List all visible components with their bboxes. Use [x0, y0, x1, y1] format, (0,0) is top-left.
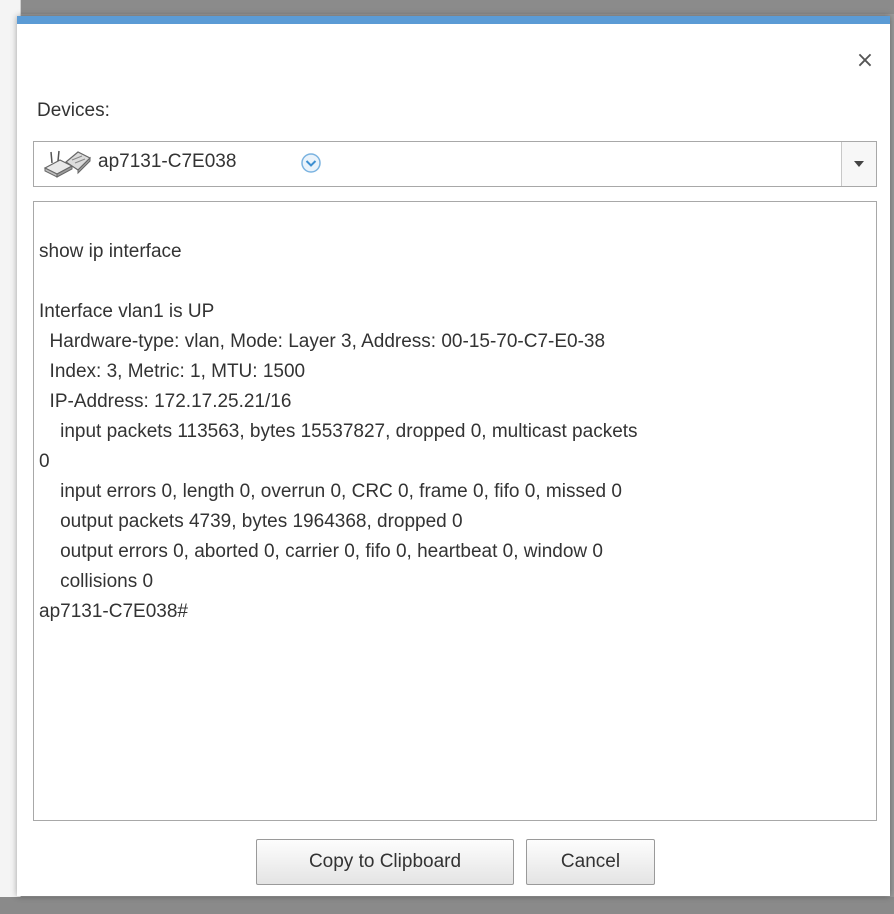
- copy-to-clipboard-button[interactable]: Copy to Clipboard: [256, 839, 514, 885]
- device-command-dialog: × Devices: ap7131-C7E038 show ip interfa…: [17, 16, 890, 896]
- background-overlay-bottom: [0, 897, 894, 914]
- command-output-text: show ip interface Interface vlan1 is UP …: [39, 237, 638, 627]
- device-options-icon[interactable]: [300, 152, 322, 174]
- devices-label: Devices:: [37, 100, 110, 121]
- device-select[interactable]: ap7131-C7E038: [33, 141, 877, 187]
- output-line: show ip interface: [39, 241, 182, 262]
- output-line: Index: 3, Metric: 1, MTU: 1500: [39, 361, 306, 382]
- cancel-button[interactable]: Cancel: [526, 839, 655, 885]
- close-icon[interactable]: ×: [854, 50, 876, 72]
- output-line: IP-Address: 172.17.25.21/16: [39, 391, 292, 412]
- background-overlay-top: [0, 0, 894, 14]
- output-line: ap7131-C7E038#: [39, 601, 188, 622]
- access-point-icon: [43, 150, 92, 178]
- output-line: input errors 0, length 0, overrun 0, CRC…: [39, 481, 622, 502]
- output-line: collisions 0: [39, 571, 154, 592]
- selected-device-name: ap7131-C7E038: [98, 151, 237, 172]
- command-output-panel[interactable]: show ip interface Interface vlan1 is UP …: [33, 201, 877, 821]
- output-line: output errors 0, aborted 0, carrier 0, f…: [39, 541, 603, 562]
- chevron-down-icon: [854, 161, 864, 167]
- output-line: Interface vlan1 is UP: [39, 301, 215, 322]
- output-line: 0: [39, 451, 50, 472]
- output-line: Hardware-type: vlan, Mode: Layer 3, Addr…: [39, 331, 606, 352]
- device-dropdown-button[interactable]: [841, 142, 876, 186]
- output-line: input packets 113563, bytes 15537827, dr…: [39, 421, 638, 442]
- output-line: output packets 4739, bytes 1964368, drop…: [39, 511, 463, 532]
